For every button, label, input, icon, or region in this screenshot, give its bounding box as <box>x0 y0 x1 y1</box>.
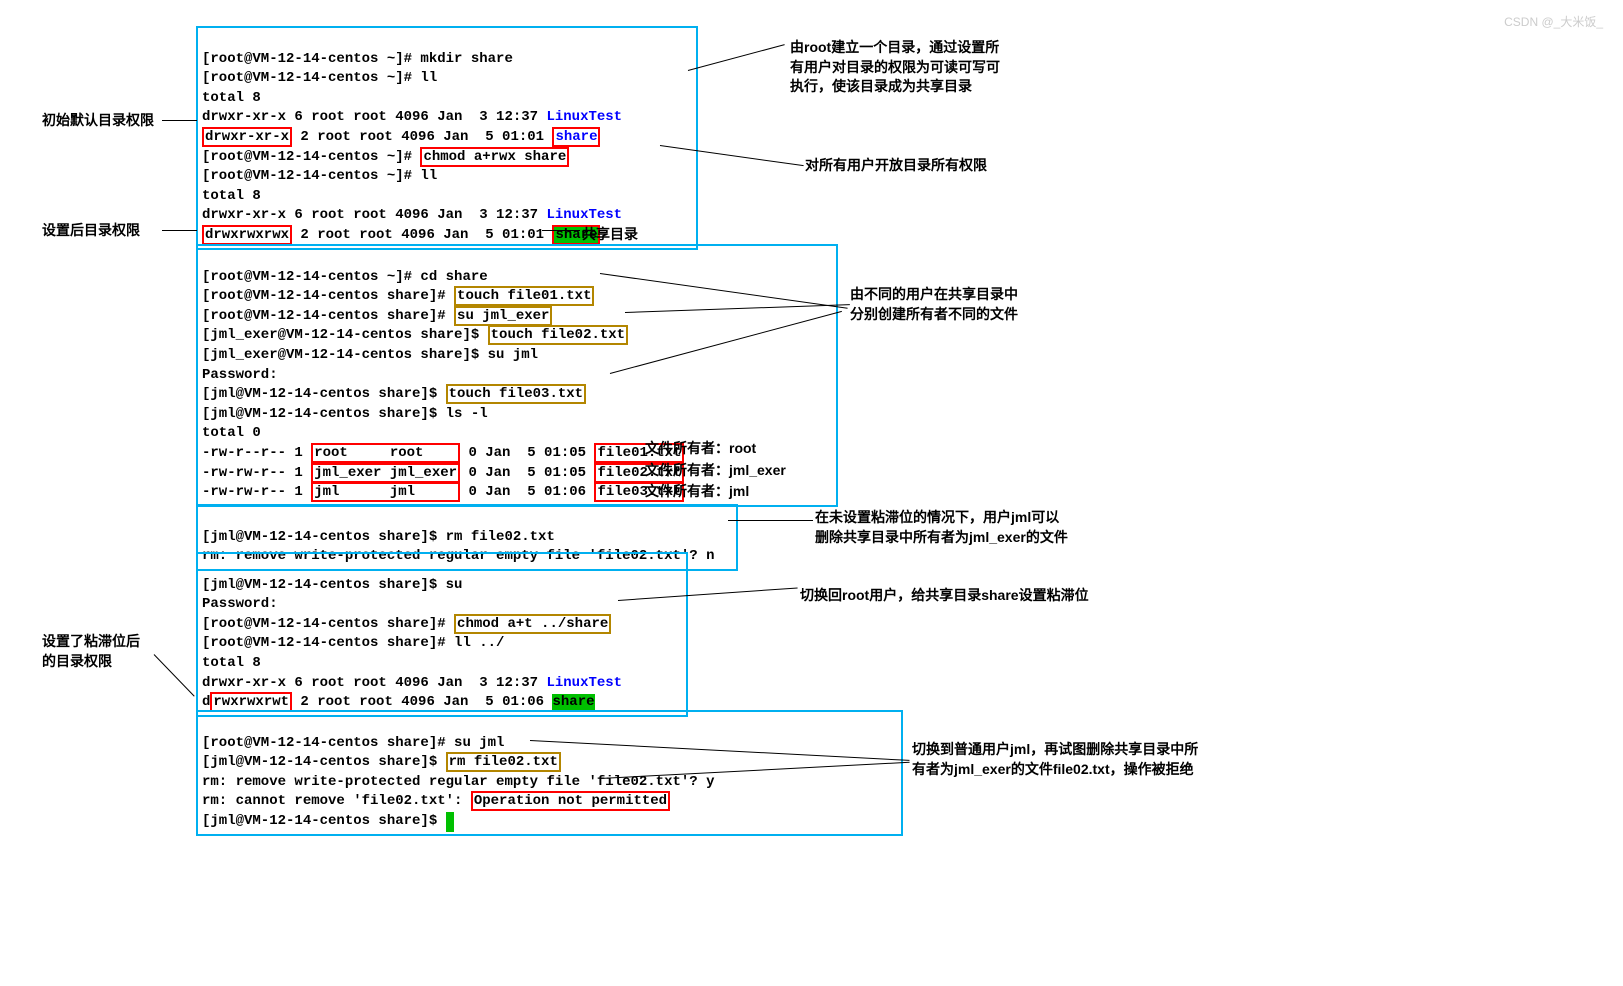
annot-sticky-perm: 设置了粘滞位后 的目录权限 <box>42 632 140 671</box>
owner-jml: jml jml <box>311 482 460 502</box>
rm-cmd: rm file02.txt <box>446 752 561 772</box>
cursor <box>446 812 454 832</box>
su-cmd-1: su jml_exer <box>454 306 552 326</box>
annot-initial-perm: 初始默认目录权限 <box>42 110 154 130</box>
touch-cmd-2: touch file02.txt <box>488 325 628 345</box>
line: [root@VM-12-14-centos ~]# mkdir share <box>202 51 513 67</box>
annot-after-perm: 设置后目录权限 <box>42 220 140 240</box>
touch-cmd-1: touch file01.txt <box>454 286 594 306</box>
owner-jmlexer: jml_exer jml_exer <box>311 463 460 483</box>
annot-shared-dir: 共享目录 <box>582 224 638 244</box>
terminal-block-4: [jml@VM-12-14-centos share]$ su Password… <box>196 552 688 717</box>
perm-after: drwxrwxrwx <box>202 225 292 245</box>
watermark: CSDN @_大米饭_ <box>1504 13 1603 30</box>
annot-diff-users: 由不同的用户在共享目录中 分别创建所有者不同的文件 <box>850 285 1018 324</box>
terminal-block-5: [root@VM-12-14-centos share]# su jml [jm… <box>196 710 903 836</box>
terminal-block-1: [root@VM-12-14-centos ~]# mkdir share [r… <box>196 26 698 250</box>
chmod-cmd: chmod a+rwx share <box>420 147 569 167</box>
line: drwxr-xr-x 6 root root 4096 Jan 3 12:37 <box>202 109 546 125</box>
owner-root: root root <box>311 443 460 463</box>
annot-chmod-all: 对所有用户开放目录所有权限 <box>805 155 987 175</box>
line: [root@VM-12-14-centos ~]# ll <box>202 70 437 86</box>
annot-set-sticky: 切换回root用户，给共享目录share设置粘滞位 <box>800 585 1089 605</box>
annot-denied: 切换到普通用户jml，再试图删除共享目录中所 有者为jml_exer的文件fil… <box>912 740 1198 779</box>
annot-owner-jml: 文件所有者：jml <box>645 481 749 501</box>
annot-root-mkdir: 由root建立一个目录，通过设置所 有用户对目录的权限为可读可写可 执行，使该目… <box>790 38 1000 97</box>
dir-name: LinuxTest <box>546 109 622 125</box>
annot-owner-jmlexer: 文件所有者：jml_exer <box>645 460 786 480</box>
line: total 8 <box>202 90 261 106</box>
error-msg: Operation not permitted <box>471 791 670 811</box>
annot-no-sticky: 在未设置粘滞位的情况下，用户jml可以 删除共享目录中所有者为jml_exer的… <box>815 508 1068 547</box>
perm-before: drwxr-xr-x <box>202 127 292 147</box>
annot-owner-root: 文件所有者：root <box>645 438 756 458</box>
touch-cmd-3: touch file03.txt <box>446 384 586 404</box>
share-dir: share <box>552 127 600 147</box>
chmod-sticky: chmod a+t ../share <box>454 614 611 634</box>
